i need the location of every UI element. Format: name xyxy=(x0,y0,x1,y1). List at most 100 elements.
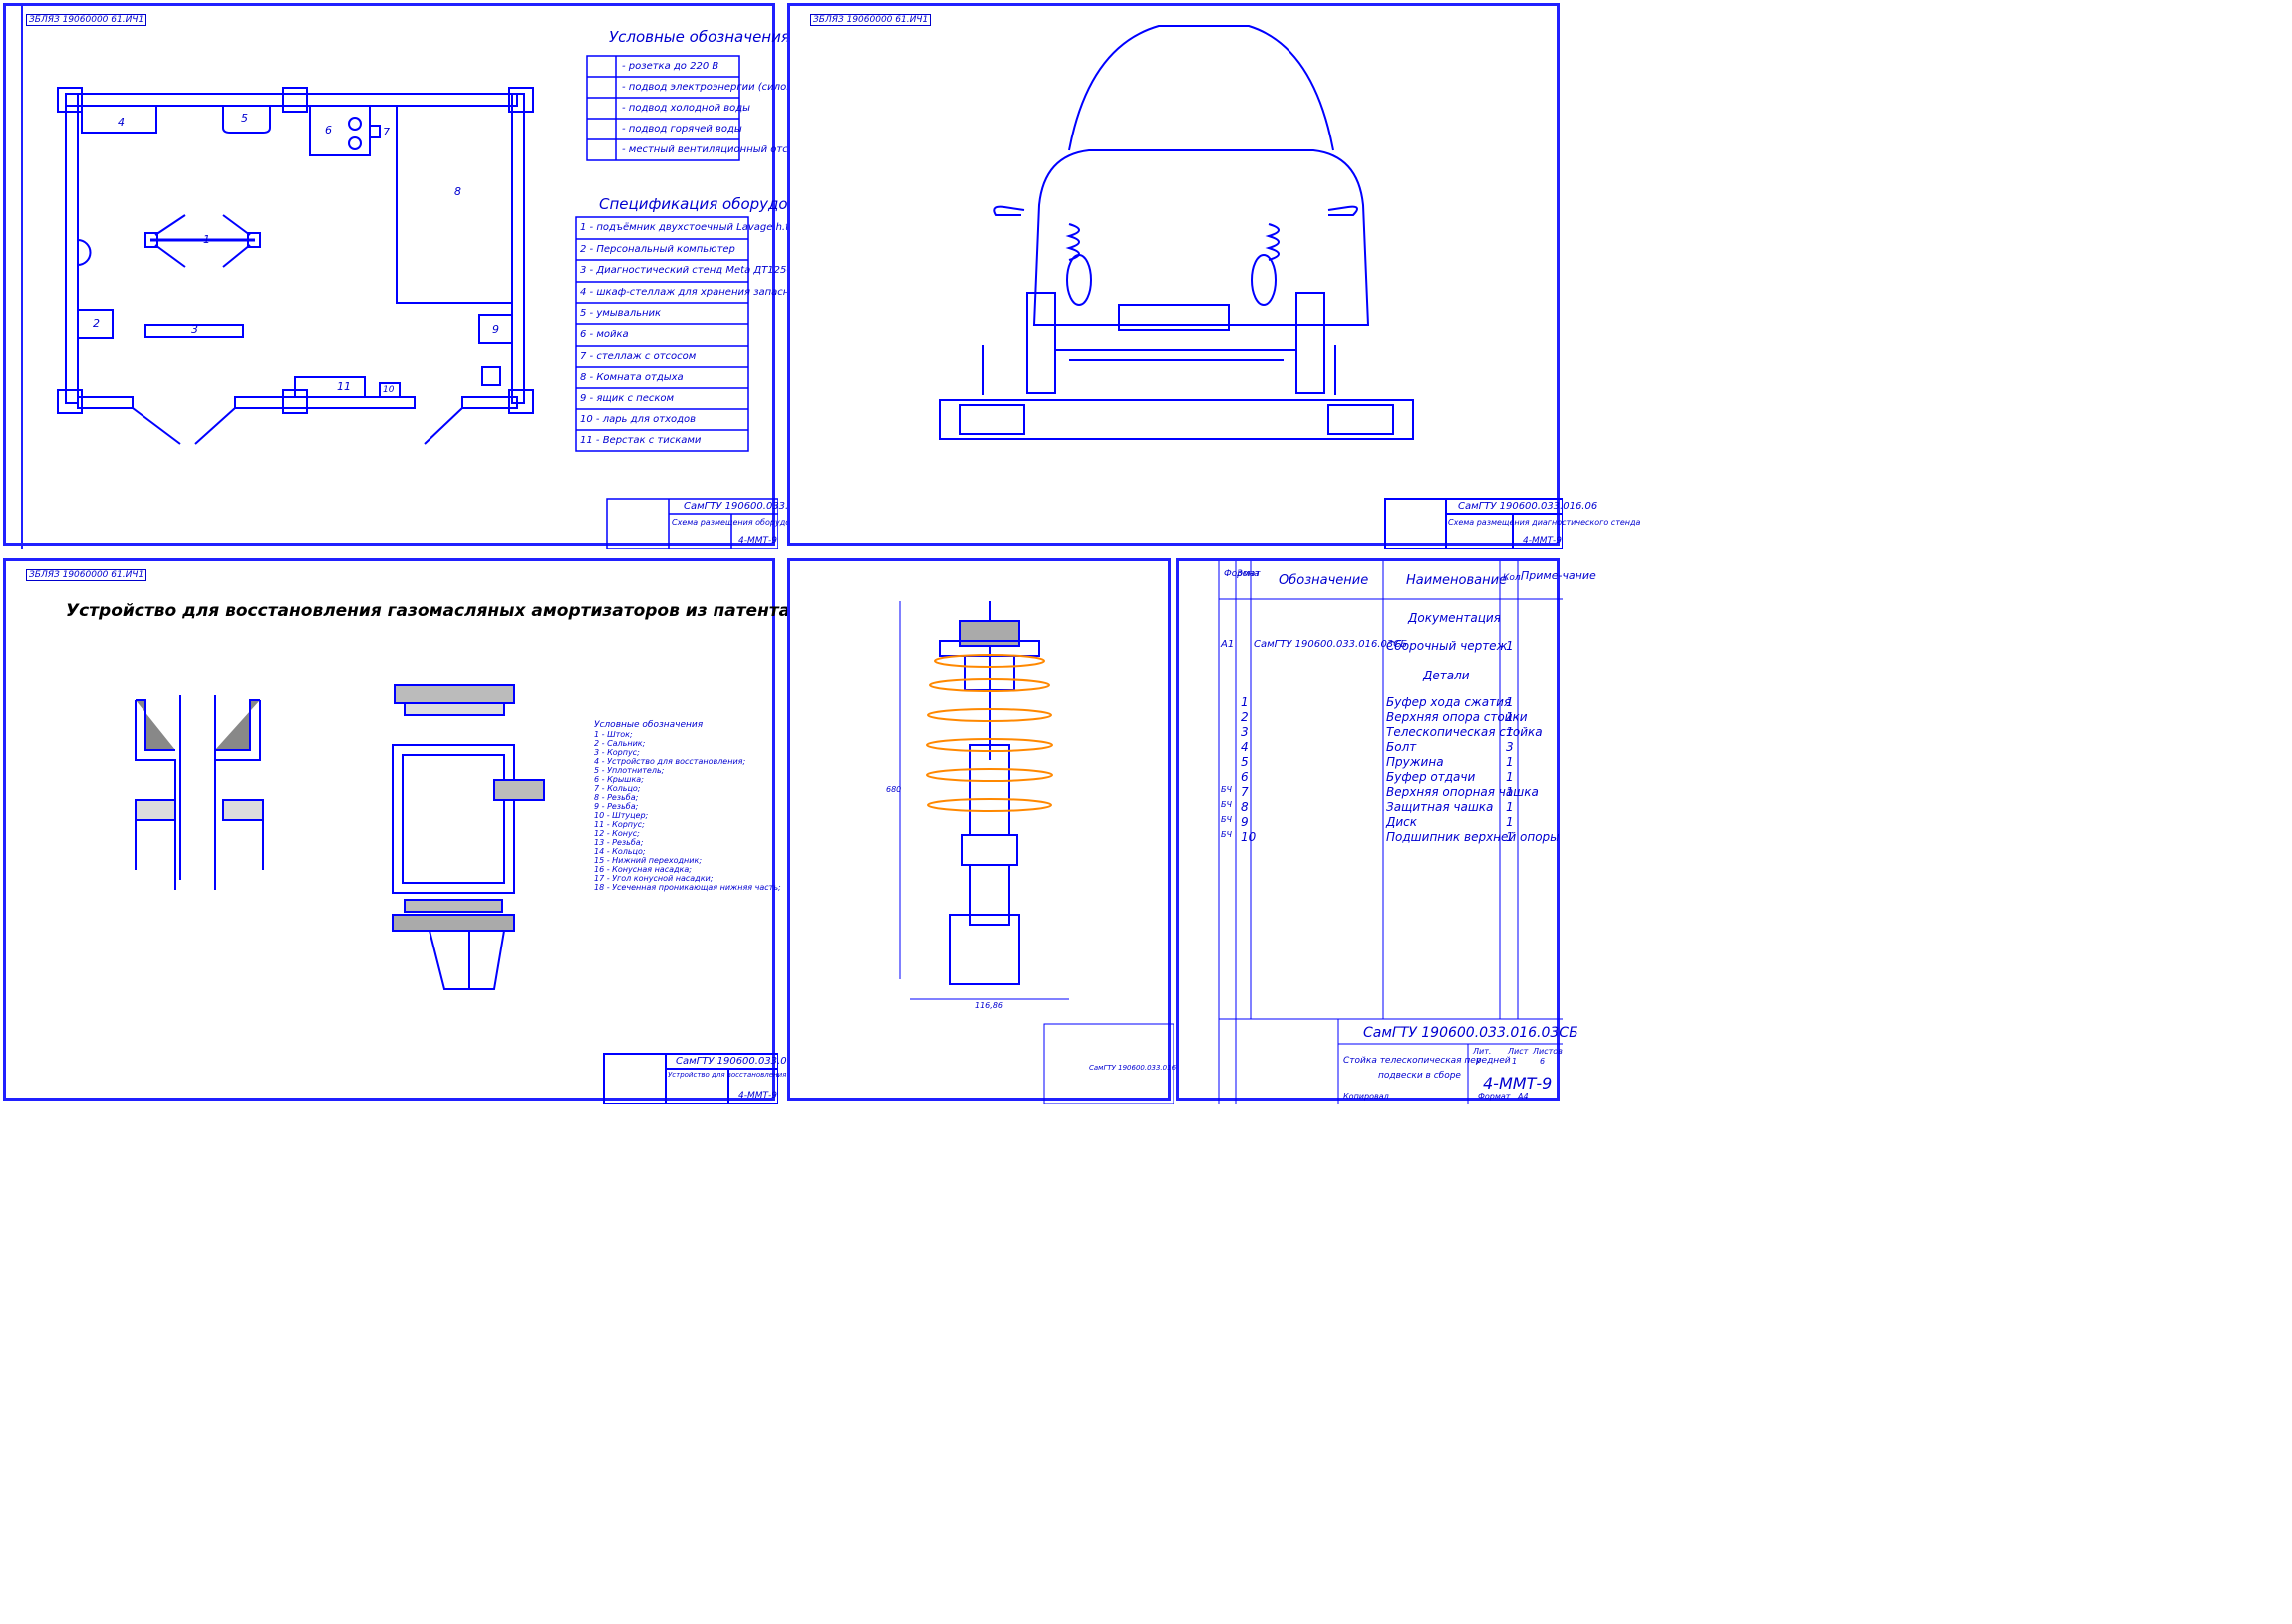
lit-label: Лит. xyxy=(1473,1047,1492,1056)
list-item: 4 Болт 3 xyxy=(1179,740,1563,755)
part-qty: 1 xyxy=(1506,695,1514,709)
legend-item: 10 - Штуцер; xyxy=(594,811,649,820)
legend-item: 9 - Резьба; xyxy=(594,802,639,811)
list-item: 2 Верхняя опора стойки 1 xyxy=(1179,710,1563,725)
page-title: Устройство для восстановления газомаслян… xyxy=(66,601,906,621)
part-format: БЧ xyxy=(1221,800,1232,809)
spec-item: 8 - Комната отдыха xyxy=(580,372,684,383)
legend-item: - местный вентиляционный отсос xyxy=(622,144,800,155)
title-code: СамГТУ 190600.033.016.06 xyxy=(1458,501,1598,512)
legend-item: 1 - Шток; xyxy=(594,730,633,739)
legend-item: 2 - Сальник; xyxy=(594,739,646,748)
part-name: Пружина xyxy=(1386,755,1444,769)
column-note: Приме-чание xyxy=(1521,569,1596,582)
group-label: 4-ММТ-9 xyxy=(1483,1074,1553,1093)
spec-item: 5 - умывальник xyxy=(580,308,662,319)
part-pos: 10 xyxy=(1241,830,1257,844)
strut-drawing xyxy=(899,601,1174,1104)
lists-label: Листов xyxy=(1533,1047,1563,1056)
marker-3: 3 xyxy=(191,323,198,336)
sheet-specification: Формат Зона Обозначение Наименование Кол… xyxy=(1176,558,1596,1104)
column-name: Наименование xyxy=(1406,573,1508,588)
part-name: Буфер хода сжатия xyxy=(1386,695,1512,709)
legend-item: 8 - Резьба; xyxy=(594,793,639,802)
legend-item: 5 - Уплотнитель; xyxy=(594,766,665,775)
part-qty: 3 xyxy=(1506,740,1514,754)
legend-item: 3 - Корпус; xyxy=(594,748,640,757)
group-label: 4-ММТ-9 xyxy=(738,536,777,546)
format-value: А4 xyxy=(1518,1092,1529,1101)
list-value: 1 xyxy=(1512,1057,1518,1066)
part-format: БЧ xyxy=(1221,830,1232,839)
column-zone: Зона xyxy=(1237,569,1260,579)
format-label: Формат xyxy=(1478,1092,1511,1101)
part-name: Защитная чашка xyxy=(1386,800,1494,814)
title-name-line1: Стойка телескопическая передней xyxy=(1343,1056,1511,1066)
list-item: БЧ 7 Верхняя опорная чашка 1 xyxy=(1179,785,1563,800)
dimension-horizontal: 116,86 xyxy=(975,1001,1003,1010)
group-label: 4-ММТ-9 xyxy=(738,1091,777,1101)
marker-4: 4 xyxy=(118,116,125,129)
legend-item: 6 - Крышка; xyxy=(594,775,644,784)
section-docs: Документация xyxy=(1408,611,1501,625)
marker-10: 10 xyxy=(383,385,395,395)
column-designation: Обозначение xyxy=(1279,573,1369,588)
marker-9: 9 xyxy=(492,323,499,336)
list-item: 5 Пружина 1 xyxy=(1179,755,1563,770)
legend-item: 13 - Резьба; xyxy=(594,838,644,847)
part-pos: 8 xyxy=(1241,800,1249,814)
part-pos: 2 xyxy=(1241,710,1249,724)
legend-item: 15 - Нижний переходник; xyxy=(594,856,703,865)
legend-item: 12 - Конус; xyxy=(594,829,640,838)
part-qty: 1 xyxy=(1506,770,1514,784)
part-qty: 1 xyxy=(1506,785,1514,799)
legend-item: - подвод холодной воды xyxy=(622,103,751,114)
marker-8: 8 xyxy=(454,185,461,198)
group-label: 4-ММТ-9 xyxy=(1523,536,1562,546)
part-pos: 6 xyxy=(1241,770,1249,784)
top-stamp: ЗБЛЯЗ 19060000 61.ИЧ1 xyxy=(26,14,147,26)
sheet-diagnostic-stand: ЗБЛЯЗ 19060000 61.ИЧ1 СамГТУ 190600.033.… xyxy=(787,3,1640,549)
top-stamp: ЗБЛЯЗ 19060000 61.ИЧ1 xyxy=(810,14,932,26)
sheet-patent-device: ЗБЛЯЗ 19060000 61.ИЧ1 Устройство для вос… xyxy=(3,558,905,1104)
list-item: БЧ 8 Защитная чашка 1 xyxy=(1179,800,1563,815)
parts-list: 1 Буфер хода сжатия 1 2 Верхняя опора стойк… xyxy=(1179,695,1563,845)
lists-value: 6 xyxy=(1540,1057,1546,1066)
list-item: 6 Буфер отдачи 1 xyxy=(1179,770,1563,785)
list-item: БЧ 9 Диск 1 xyxy=(1179,815,1563,830)
part-qty: 1 xyxy=(1506,710,1514,724)
legend-item: 7 - Кольцо; xyxy=(594,784,641,793)
part-name: Буфер отдачи xyxy=(1386,770,1476,784)
legend-item: 16 - Конусная насадка; xyxy=(594,865,692,874)
part-name: Подшипник верхней опоры xyxy=(1386,830,1560,844)
spec-item: 3 - Диагностический стенд Meta ДТ12500 xyxy=(580,265,800,276)
marker-11: 11 xyxy=(337,380,351,393)
marker-1: 1 xyxy=(203,233,210,246)
spec-item: 2 - Персональный компьютер xyxy=(580,244,735,255)
doc-code: СамГТУ 190600.033.016.03СБ xyxy=(1254,639,1408,650)
title-name-line2: подвески в сборе xyxy=(1378,1071,1461,1081)
lit-value: У xyxy=(1476,1057,1481,1066)
spec-item: 10 - ларь для отходов xyxy=(580,414,697,425)
marker-6: 6 xyxy=(325,124,332,136)
spec-item: 6 - мойка xyxy=(580,329,629,340)
legend-item: 11 - Корпус; xyxy=(594,820,645,829)
spec-item: 1 - подъёмник двухстоечный Lavage h.t-23 xyxy=(580,222,806,233)
part-pos: 7 xyxy=(1241,785,1249,799)
part-qty: 1 xyxy=(1506,800,1514,814)
marker-5: 5 xyxy=(241,112,248,125)
doc-qty: 1 xyxy=(1506,639,1514,653)
doc-name: Сборочный чертеж xyxy=(1386,639,1508,653)
part-qty: 1 xyxy=(1506,815,1514,829)
marker-2: 2 xyxy=(93,317,100,330)
patent-legend: 1 - Шток; 2 - Сальник; 3 - Корпус; 4 - У… xyxy=(594,730,781,892)
car-drawing xyxy=(939,25,1563,549)
legend-title: Условные обозначения xyxy=(609,28,790,46)
list-item: БЧ 10 Подшипник верхней опоры 1 xyxy=(1179,830,1563,845)
part-name: Болт xyxy=(1386,740,1417,754)
part-name: Верхняя опорная чашка xyxy=(1386,785,1539,799)
part-qty: 1 xyxy=(1506,755,1514,769)
part-pos: 4 xyxy=(1241,740,1249,754)
title-name: Схема размещения диагностического стенда xyxy=(1448,518,1641,527)
doc-format: А1 xyxy=(1221,639,1235,650)
